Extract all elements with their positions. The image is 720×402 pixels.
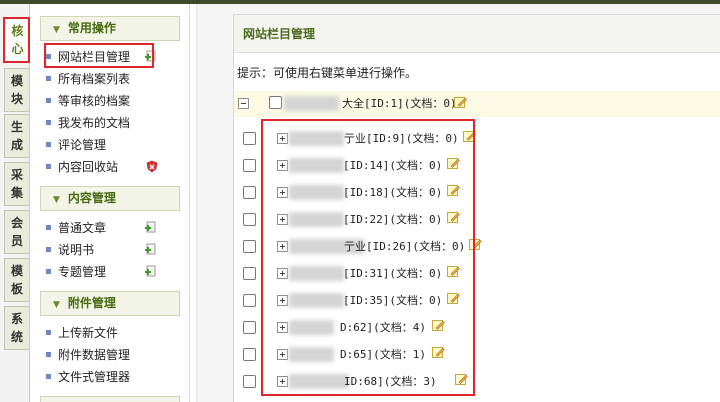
row-checkbox[interactable] [243,240,256,253]
section-header-next [40,396,180,402]
row-checkbox[interactable] [243,267,256,280]
collapse-icon[interactable] [238,98,249,109]
sidebar-item-upload-file[interactable]: 上传新文件 [46,323,184,343]
sidebar-item-manuals[interactable]: 说明书 [46,240,184,260]
hint-text: 提示：可使用右键菜单进行操作。 [237,66,418,80]
section-header-common[interactable]: ▼ 常用操作 [40,16,180,41]
row-checkbox[interactable] [243,321,256,334]
bullet-icon [46,98,51,103]
tab-modules[interactable]: 模块 [4,68,29,112]
bullet-icon [46,352,51,357]
row-checkbox[interactable] [269,96,282,109]
tab-generate[interactable]: 生成 [4,114,29,158]
bullet-icon [46,120,51,125]
bullet-icon [46,142,51,147]
row-checkbox[interactable] [243,348,256,361]
bullet-icon [46,374,51,379]
highlight-box-category-manage [44,43,154,68]
sidebar-item-comments[interactable]: 评论管理 [46,135,184,155]
sidebar-item-file-manager[interactable]: 文件式管理器 [46,367,184,387]
bullet-icon [46,76,51,81]
add-document-icon[interactable] [144,265,156,278]
redacted-text [284,96,339,111]
edit-icon[interactable] [454,97,467,109]
category-root-row[interactable]: 大全[ID:1](文档：0) [234,91,720,117]
add-document-icon[interactable] [144,221,156,234]
highlight-box-category-list [261,119,475,396]
shield-icon[interactable] [146,160,158,173]
row-checkbox[interactable] [243,294,256,307]
chevron-down-icon: ▼ [53,25,60,35]
section-header-content[interactable]: ▼ 内容管理 [40,186,180,211]
row-checkbox[interactable] [243,213,256,226]
chevron-down-icon: ▼ [53,300,60,310]
tab-templates[interactable]: 模板 [4,258,29,302]
bullet-icon [46,164,51,169]
sidebar-item-attachment-data[interactable]: 附件数据管理 [46,345,184,365]
vertical-tab-bar: 核心 模块 生成 采集 会员 模板 系统 [0,4,30,402]
section-header-attachments[interactable]: ▼ 附件管理 [40,291,180,316]
bullet-icon [46,225,51,230]
panel-title: 网站栏目管理 [234,15,720,53]
row-checkbox[interactable] [243,186,256,199]
add-document-icon[interactable] [144,243,156,256]
row-checkbox[interactable] [243,375,256,388]
tab-collect[interactable]: 采集 [4,162,29,206]
sidebar-item-my-documents[interactable]: 我发布的文档 [46,113,184,133]
tab-system[interactable]: 系统 [4,306,29,350]
category-label[interactable]: 大全[ID:1](文档：0) [342,96,457,112]
chevron-down-icon: ▼ [53,195,60,205]
sidebar-item-articles[interactable]: 普通文章 [46,218,184,238]
bullet-icon [46,247,51,252]
row-checkbox[interactable] [243,132,256,145]
bullet-icon [46,330,51,335]
tab-members[interactable]: 会员 [4,210,29,254]
sidebar-item-pending-review[interactable]: 等审核的档案 [46,91,184,111]
sidebar-item-topics[interactable]: 专题管理 [46,262,184,282]
sidebar-item-recycle-bin[interactable]: 内容回收站 [46,157,184,177]
sidebar-item-all-archives[interactable]: 所有档案列表 [46,69,184,89]
bullet-icon [46,269,51,274]
row-checkbox[interactable] [243,159,256,172]
highlight-box-core-tab [3,17,30,63]
